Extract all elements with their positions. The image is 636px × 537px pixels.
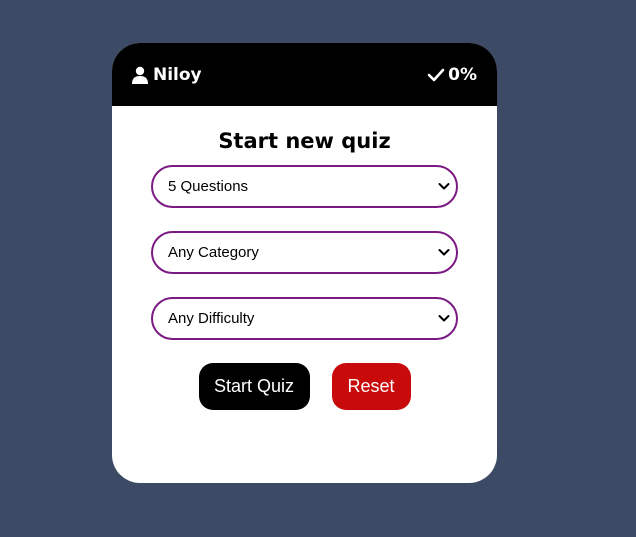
difficulty-select-value: Any Difficulty — [168, 310, 255, 327]
score-display: 0% — [427, 65, 477, 85]
questions-select-value: 5 Questions — [168, 178, 249, 195]
category-select[interactable]: Any Category — [151, 231, 458, 274]
action-buttons: Start Quiz Reset — [112, 363, 497, 410]
user-info: Niloy — [131, 65, 202, 85]
chevron-down-icon — [438, 249, 450, 256]
score-value: 0% — [448, 64, 477, 85]
reset-button[interactable]: Reset — [331, 363, 411, 410]
quiz-card: Niloy 0% Start new quiz 5 Questions Any … — [112, 43, 497, 483]
username: Niloy — [153, 64, 202, 85]
chevron-down-icon — [438, 315, 450, 322]
page-title: Start new quiz — [218, 129, 391, 153]
start-quiz-button[interactable]: Start Quiz — [198, 363, 310, 410]
category-select-value: Any Category — [168, 244, 259, 261]
user-icon — [132, 66, 148, 84]
difficulty-select[interactable]: Any Difficulty — [151, 297, 458, 340]
chevron-down-icon — [438, 183, 450, 190]
check-icon — [427, 68, 445, 81]
card-header: Niloy 0% — [112, 43, 497, 106]
questions-select[interactable]: 5 Questions — [151, 165, 458, 208]
